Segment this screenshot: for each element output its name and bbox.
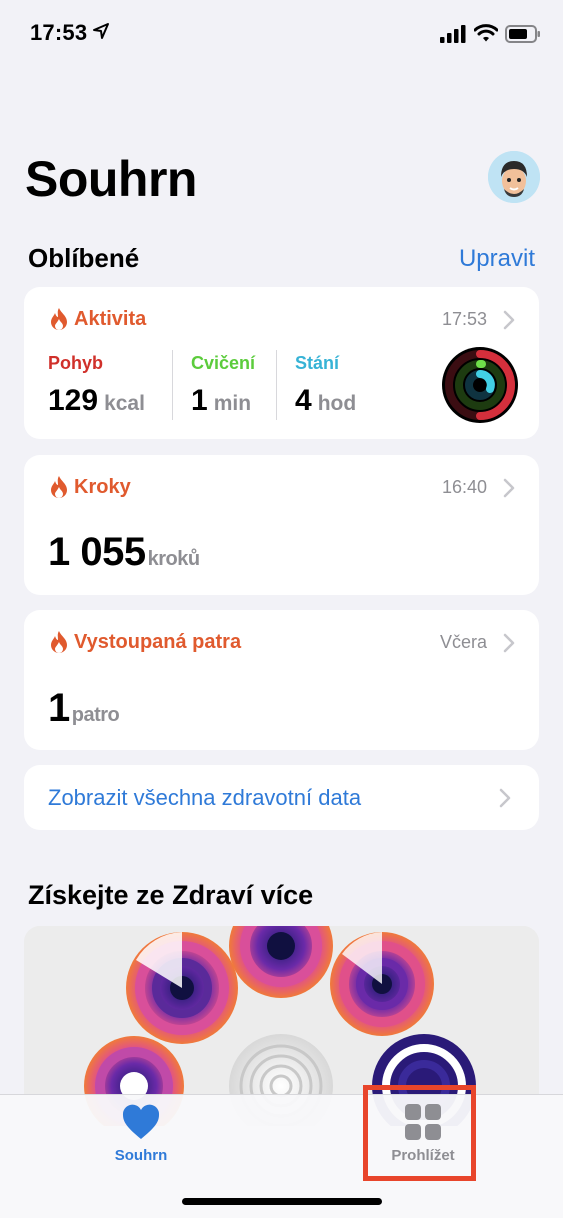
flame-icon [51,308,67,330]
move-unit: kcal [104,392,145,415]
floors-value: 1 [48,686,70,730]
divider [172,350,173,420]
exercise-label: Cvičení [191,353,256,373]
floors-card[interactable]: Vystoupaná patra Včera 1 patro [24,610,539,750]
steps-time: 16:40 [441,477,487,497]
exercise-metric: Cvičení 1 min [191,353,255,418]
page-title: Souhrn [25,151,197,207]
favorites-header: Oblíbené [28,243,140,273]
floors-time: Včera [439,632,487,652]
edit-button[interactable]: Upravit [459,245,535,273]
steps-title: Kroky [74,475,131,498]
flame-icon [51,631,67,653]
home-indicator[interactable] [182,1198,382,1205]
activity-card[interactable]: Aktivita 17:53 Pohyb 129 kcal Cvičení 1 mi… [24,287,539,439]
floors-meta: Včera [440,632,515,653]
move-label: Pohyb [48,353,104,373]
chevron-right-icon [503,478,515,497]
show-all-data-row[interactable]: Zobrazit všechna zdravotní data [24,765,539,830]
activity-card-header: Aktivita [50,307,146,331]
chevron-right-icon [503,310,515,329]
activity-time: 17:53 [441,309,487,329]
steps-value: 1 055 [48,530,146,574]
stand-unit: hod [317,392,357,415]
avatar[interactable] [488,151,540,203]
show-all-data-link[interactable]: Zobrazit všechna zdravotní data [48,785,361,811]
tab-summary-label: Souhrn [114,1147,168,1164]
stand-metric: Stání 4 hod [295,353,356,418]
activity-rings-icon [442,347,518,423]
heart-icon [122,1104,160,1139]
ring-group [330,932,434,1036]
status-time: 17:53 [30,20,88,45]
highlight-annotation-box [363,1085,476,1181]
exercise-unit: min [213,392,252,415]
stand-value: 4 [295,384,312,417]
memoji-icon [488,151,540,203]
steps-card-header: Kroky [50,475,131,499]
location-arrow-icon [93,23,109,39]
move-metric: Pohyb 129 kcal [48,353,145,418]
chevron-right-icon [499,788,511,808]
floors-value-row: 1 patro [48,686,120,731]
tab-summary[interactable]: Souhrn [86,1103,196,1183]
cellular-signal-icon [440,25,466,43]
ring-group [126,932,238,1044]
battery-icon [505,25,540,43]
move-value: 129 [48,384,99,417]
activity-meta: 17:53 [442,309,515,330]
divider [276,350,277,420]
status-bar: 17:53 [0,0,563,70]
promo-title: Získejte ze Zdraví více [28,880,314,910]
wifi-icon [474,24,498,42]
activity-title: Aktivita [74,307,147,330]
floors-card-header: Vystoupaná patra [50,630,241,654]
flame-icon [51,476,67,498]
floors-title: Vystoupaná patra [74,630,242,653]
exercise-value: 1 [191,384,208,417]
floors-unit: patro [71,704,120,726]
steps-value-row: 1 055 kroků [48,530,200,575]
chevron-right-icon [503,633,515,652]
steps-unit: kroků [147,548,200,570]
steps-meta: 16:40 [442,477,515,498]
steps-card[interactable]: Kroky 16:40 1 055 kroků [24,455,539,595]
stand-label: Stání [295,353,340,373]
